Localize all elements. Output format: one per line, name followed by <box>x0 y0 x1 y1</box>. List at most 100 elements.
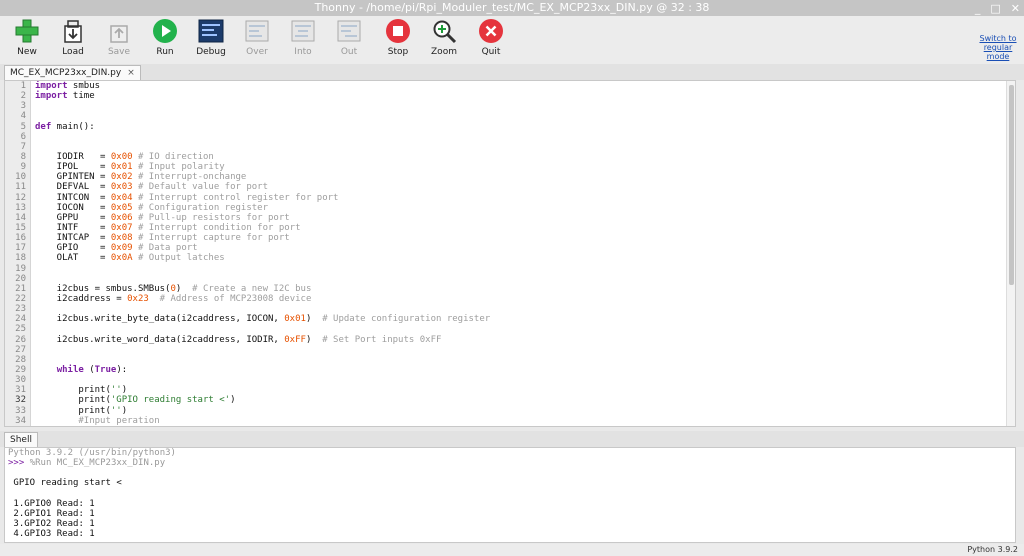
run-button[interactable]: Run <box>142 18 188 57</box>
code-line[interactable]: print('') <box>35 406 1015 416</box>
code-line[interactable] <box>35 355 1015 365</box>
code-area[interactable]: import smbus import time def main(): IODIR… <box>35 81 1015 426</box>
line-number: 9 <box>20 162 26 173</box>
status-bar: Python 3.9.2 <box>0 544 1024 556</box>
zoom-button[interactable]: Zoom <box>421 18 467 57</box>
line-number: 13 <box>15 202 26 213</box>
code-line[interactable]: print('GPIO reading start <') <box>35 395 1015 405</box>
shell-line: Python 3.9.2 (/usr/bin/python3) <box>8 448 1015 458</box>
code-line[interactable]: IODIR = 0x00 # IO direction <box>35 152 1015 162</box>
line-number: 32 <box>15 395 26 406</box>
editor-tab-label: MC_EX_MCP23xx_DIN.py <box>10 68 122 78</box>
line-number: 6 <box>20 131 26 142</box>
shell-text: Python 3.9.2 (/usr/bin/python3) <box>8 448 176 458</box>
code-line[interactable]: import smbus <box>35 81 1015 91</box>
code-line[interactable] <box>35 304 1015 314</box>
minimize-button[interactable]: _ <box>975 1 981 17</box>
line-number: 11 <box>15 182 26 193</box>
shell-text: GPIO reading start < <box>8 478 122 489</box>
new-button[interactable]: New <box>4 18 50 57</box>
close-tab-icon[interactable]: × <box>127 68 135 78</box>
editor-scrollbar[interactable] <box>1006 81 1015 426</box>
code-line[interactable]: i2cbus = smbus.SMBus(0) # Create a new I… <box>35 284 1015 294</box>
close-window-button[interactable]: ✕ <box>1011 1 1020 17</box>
code-line[interactable]: i2caddress = 0x23 # Address of MCP23008 … <box>35 294 1015 304</box>
shell-text: 2.GPIO1 Read: 1 <box>8 508 95 519</box>
save-button[interactable]: Save <box>96 18 142 57</box>
code-line[interactable] <box>35 375 1015 385</box>
code-line[interactable]: GPIO = 0x09 # Data port <box>35 243 1015 253</box>
code-line[interactable] <box>35 264 1015 274</box>
line-number: 28 <box>15 354 26 365</box>
code-line[interactable]: #Input peration <box>35 416 1015 426</box>
code-line[interactable] <box>35 132 1015 142</box>
code-line[interactable]: DEFVAL = 0x03 # Default value for port <box>35 182 1015 192</box>
code-line[interactable]: def main(): <box>35 122 1015 132</box>
code-line[interactable]: import time <box>35 91 1015 101</box>
code-line[interactable] <box>35 101 1015 111</box>
stop-button[interactable]: Stop <box>375 18 421 57</box>
shell-line: >>> %Run MC_EX_MCP23xx_DIN.py <box>8 458 1015 468</box>
shell-tab-bar: Shell <box>0 431 1024 447</box>
code-line[interactable] <box>35 142 1015 152</box>
editor-tab[interactable]: MC_EX_MCP23xx_DIN.py × <box>4 65 141 80</box>
line-number: 2 <box>20 91 26 102</box>
shell-tab[interactable]: Shell <box>4 432 38 447</box>
code-line[interactable]: INTCON = 0x04 # Interrupt control regist… <box>35 193 1015 203</box>
editor-scroll-thumb[interactable] <box>1009 85 1014 285</box>
code-line[interactable]: while (True): <box>35 365 1015 375</box>
step-over-icon <box>245 20 269 42</box>
code-line[interactable] <box>35 324 1015 334</box>
line-number: 5 <box>20 121 26 132</box>
line-number: 18 <box>15 253 26 264</box>
step-out-button[interactable]: Out <box>326 18 372 57</box>
code-line[interactable]: i2cbus.write_byte_data(i2caddress, IOCON… <box>35 314 1015 324</box>
code-line[interactable]: INTF = 0x07 # Interrupt condition for po… <box>35 223 1015 233</box>
quit-button[interactable]: Quit <box>468 18 514 57</box>
shell-tab-label: Shell <box>10 435 32 445</box>
line-number: 12 <box>15 192 26 203</box>
code-line[interactable] <box>35 274 1015 284</box>
code-line[interactable]: GPINTEN = 0x02 # Interrupt-onchange <box>35 172 1015 182</box>
quit-icon <box>479 19 503 43</box>
shell-text: 1.GPIO0 Read: 1 <box>8 498 95 509</box>
code-line[interactable]: OLAT = 0x0A # Output latches <box>35 253 1015 263</box>
shell-line: 4.GPIO3 Read: 1 <box>8 529 1015 539</box>
shell-panel[interactable]: Python 3.9.2 (/usr/bin/python3) >>> %Run … <box>4 447 1016 543</box>
step-into-icon <box>291 20 315 42</box>
line-number: 33 <box>15 405 26 416</box>
line-number: 30 <box>15 375 26 386</box>
code-line[interactable]: print('') <box>35 385 1015 395</box>
line-number: 10 <box>15 172 26 183</box>
switch-mode-link[interactable]: Switch to regular mode <box>978 34 1018 61</box>
maximize-button[interactable]: □ <box>990 1 1000 17</box>
interpreter-label[interactable]: Python 3.9.2 <box>967 545 1018 554</box>
line-number: 1 <box>20 81 26 91</box>
code-line[interactable] <box>35 111 1015 121</box>
shell-text: 4.GPIO3 Read: 1 <box>8 529 95 540</box>
line-number: 15 <box>15 222 26 233</box>
window-controls: _ □ ✕ <box>975 1 1020 17</box>
step-over-button[interactable]: Over <box>234 18 280 57</box>
code-line[interactable]: i2cbus.write_word_data(i2caddress, IODIR… <box>35 335 1015 345</box>
code-line[interactable]: IPOL = 0x01 # Input polarity <box>35 162 1015 172</box>
code-line[interactable]: GPPU = 0x06 # Pull-up resistors for port <box>35 213 1015 223</box>
run-icon <box>153 19 177 43</box>
step-out-icon <box>337 20 361 42</box>
shell-text: %Run MC_EX_MCP23xx_DIN.py <box>29 458 166 469</box>
toolbar: New Load Save Run Debug Over Into Out St… <box>0 16 1024 64</box>
line-number: 23 <box>15 304 26 315</box>
code-line[interactable] <box>35 345 1015 355</box>
shell-line: 2.GPIO1 Read: 1 <box>8 509 1015 519</box>
line-number: 16 <box>15 233 26 244</box>
code-line[interactable]: INTCAP = 0x08 # Interrupt capture for po… <box>35 233 1015 243</box>
debug-button[interactable]: Debug <box>188 18 234 57</box>
line-number: 27 <box>15 344 26 355</box>
load-button[interactable]: Load <box>50 18 96 57</box>
step-into-button[interactable]: Into <box>280 18 326 57</box>
code-line[interactable]: IOCON = 0x05 # Configuration register <box>35 203 1015 213</box>
shell-text: 3.GPIO2 Read: 1 <box>8 518 95 529</box>
code-editor[interactable]: 1 2 3 4 5 6 7 8 9 10 11 12 13 14 15 16 17 18 19 20 21 22 23 24 2… <box>4 80 1016 427</box>
